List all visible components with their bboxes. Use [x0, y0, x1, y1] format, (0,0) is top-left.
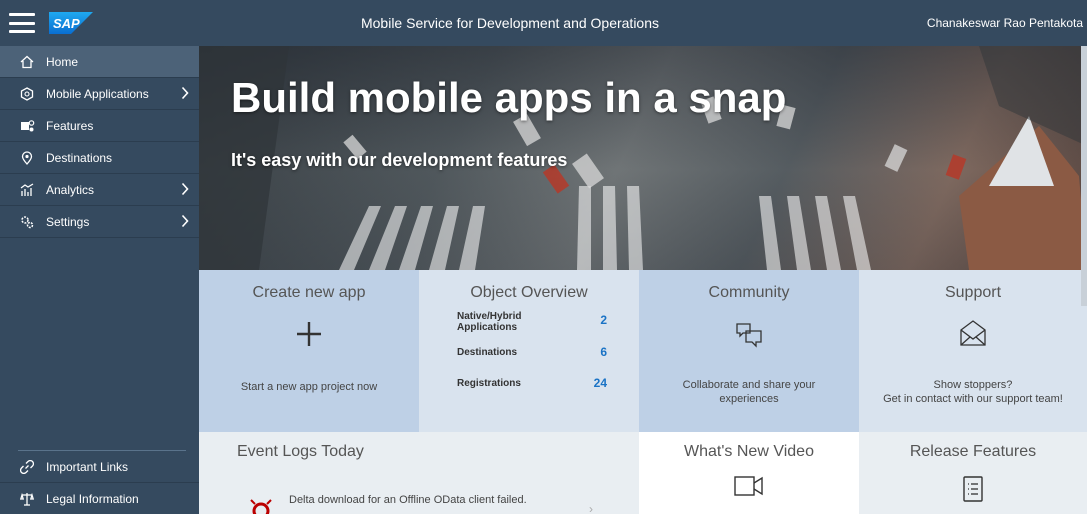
sidebar-item-home[interactable]: Home — [0, 46, 199, 78]
chevron-right-icon[interactable]: › — [589, 502, 593, 514]
sidebar-item-label: Legal Information — [46, 491, 139, 506]
tile-title: Object Overview — [470, 284, 588, 301]
sidebar-item-label: Home — [46, 54, 79, 69]
tile-title: Create new app — [252, 284, 366, 301]
envelope-icon — [958, 318, 988, 348]
event-logs-tile[interactable]: Event Logs Today Delta download for an O… — [199, 432, 639, 514]
mobile-apps-icon — [0, 86, 46, 101]
page-scrollbar[interactable] — [1081, 46, 1087, 306]
legal-icon — [0, 492, 46, 506]
tile-title: Community — [708, 284, 790, 301]
tile-description-line1: Show stoppers? — [933, 379, 1013, 391]
tile-title: Support — [944, 284, 1002, 301]
list-document-icon — [961, 475, 985, 503]
user-name[interactable]: Chanakeswar Rao Pentakota — [927, 16, 1083, 30]
object-overview-tile[interactable]: Object Overview Native/Hybrid Applicatio… — [419, 270, 639, 432]
sidebar-item-label: Destinations — [46, 150, 113, 165]
link-icon — [0, 459, 46, 474]
sidebar-item-destinations[interactable]: Destinations — [0, 142, 199, 174]
overview-count: 2 — [600, 313, 607, 327]
sidebar-item-label: Settings — [46, 214, 90, 229]
sidebar-item-label: Mobile Applications — [46, 86, 149, 101]
overview-count: 24 — [593, 376, 607, 390]
whats-new-video-tile[interactable]: What's New Video — [639, 432, 859, 514]
settings-icon — [0, 215, 46, 229]
overview-row-applications[interactable]: Native/Hybrid Applications 2 — [457, 311, 607, 333]
hero-title: Build mobile apps in a snap — [231, 74, 787, 121]
overview-label: Native/Hybrid Applications — [457, 311, 522, 333]
svg-text:SAP: SAP — [53, 16, 80, 31]
tile-title: What's New Video — [684, 443, 814, 460]
hero-subtitle: It's easy with our development features — [231, 150, 568, 170]
chevron-right-icon — [181, 86, 189, 103]
hamburger-menu-icon[interactable] — [9, 13, 35, 33]
sidebar-item-analytics[interactable]: Analytics — [0, 174, 199, 206]
tile-title: Event Logs Today — [237, 443, 364, 460]
create-app-tile[interactable]: Create new app Start a new app project n… — [199, 270, 419, 432]
sidebar-item-legal-information[interactable]: Legal Information — [0, 483, 199, 514]
plus-icon — [295, 320, 323, 348]
features-icon — [0, 119, 46, 133]
sidebar-item-mobile-applications[interactable]: Mobile Applications — [0, 78, 199, 110]
location-icon — [0, 150, 46, 165]
tile-description: Collaborate and share your experiences — [682, 379, 816, 405]
community-tile[interactable]: Community Collaborate and share your exp… — [639, 270, 859, 432]
overview-count: 6 — [600, 345, 607, 359]
chevron-right-icon — [181, 214, 189, 231]
analytics-icon — [0, 182, 46, 197]
sidebar-item-label: Features — [46, 118, 94, 133]
tile-description-line2: Get in contact with our support team! — [883, 393, 1063, 405]
sidebar: Home Mobile Applications Features Destin… — [0, 46, 199, 514]
sap-logo[interactable]: SAP — [49, 12, 93, 34]
tile-description: Start a new app project now — [240, 381, 378, 393]
overview-label: Registrations — [457, 378, 521, 389]
sidebar-item-features[interactable]: Features — [0, 110, 199, 142]
overview-label: Destinations — [457, 347, 518, 358]
hero-banner: Build mobile apps in a snap It's easy wi… — [199, 46, 1087, 270]
sidebar-item-label: Important Links — [46, 459, 129, 474]
overview-row-destinations[interactable]: Destinations 6 — [457, 345, 607, 359]
chevron-right-icon — [181, 182, 189, 199]
overview-row-registrations[interactable]: Registrations 24 — [457, 376, 607, 390]
support-tile[interactable]: Support Show stoppers? Get in contact wi… — [859, 270, 1087, 432]
event-log-entry[interactable]: Delta download for an Offline OData clie… — [289, 494, 527, 506]
app-title: Mobile Service for Development and Opera… — [360, 15, 660, 31]
main-content: Build mobile apps in a snap It's easy wi… — [199, 46, 1087, 514]
tile-title: Release Features — [909, 443, 1037, 460]
chat-bubbles-icon — [734, 320, 764, 350]
video-camera-icon — [733, 475, 765, 497]
sidebar-item-important-links[interactable]: Important Links — [0, 451, 199, 483]
sidebar-item-label: Analytics — [46, 182, 95, 197]
sidebar-item-settings[interactable]: Settings — [0, 206, 199, 238]
error-alert-icon — [249, 498, 273, 514]
home-icon — [0, 55, 46, 69]
release-features-tile[interactable]: Release Features — [859, 432, 1087, 514]
shell-header: SAP Mobile Service for Development and O… — [0, 0, 1087, 46]
